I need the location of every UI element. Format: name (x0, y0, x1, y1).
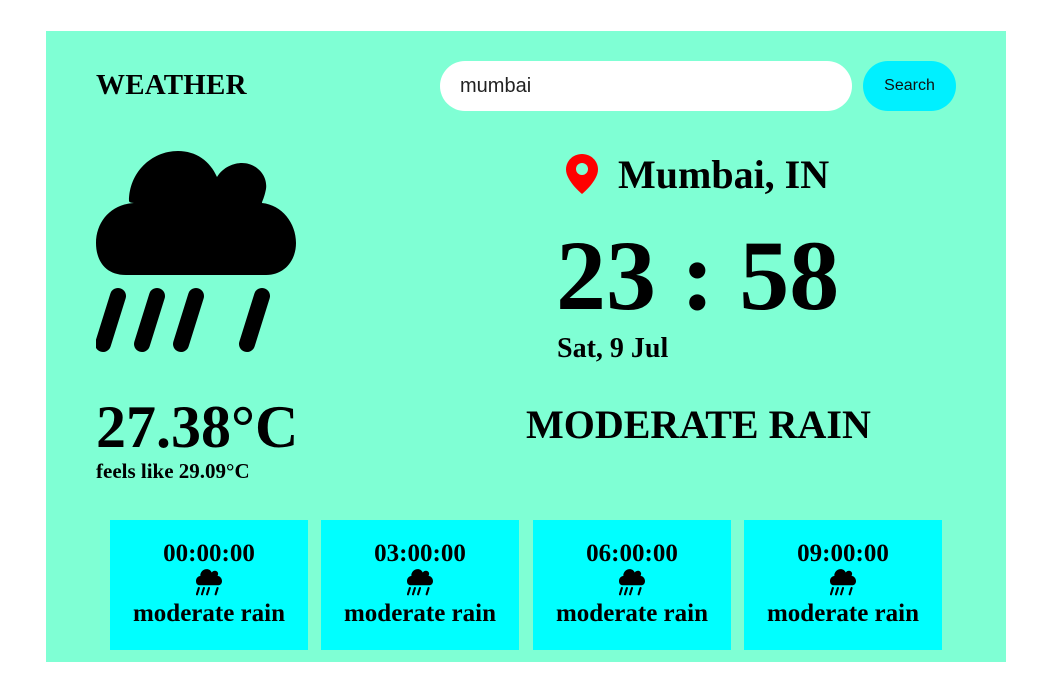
weather-condition: MODERATE RAIN (526, 402, 871, 447)
rain-cloud-icon (196, 569, 222, 596)
search-input[interactable] (440, 61, 852, 111)
local-time: 23 : 58 (556, 220, 840, 331)
weather-card: WEATHER Search Mumbai, IN 23 : 58 Sat, 9… (46, 31, 1006, 662)
forecast-description: moderate rain (343, 600, 497, 627)
forecast-description: moderate rain (132, 600, 286, 627)
forecast-card: 09:00:00 moderate rain (744, 520, 942, 650)
forecast-time: 03:00:00 (374, 540, 466, 567)
city-name: Mumbai, IN (618, 151, 830, 197)
rain-cloud-icon (830, 569, 856, 596)
rain-cloud-icon (619, 569, 645, 596)
forecast-time: 00:00:00 (163, 540, 255, 567)
search-button[interactable]: Search (863, 61, 956, 111)
forecast-card: 03:00:00 moderate rain (321, 520, 519, 650)
forecast-time: 06:00:00 (586, 540, 678, 567)
forecast-description: moderate rain (766, 600, 920, 627)
rain-cloud-icon (407, 569, 433, 596)
forecast-card: 00:00:00 moderate rain (110, 520, 308, 650)
feels-like: feels like 29.09°C (96, 459, 250, 483)
forecast-list: 00:00:00 moderate rain 03:00:00 moderate… (110, 520, 942, 650)
app-title: WEATHER (96, 69, 247, 101)
temperature: 27.38°C (96, 394, 299, 460)
forecast-description: moderate rain (555, 600, 709, 627)
forecast-time: 09:00:00 (797, 540, 889, 567)
location: Mumbai, IN (566, 151, 829, 197)
location-pin-icon (566, 154, 598, 194)
forecast-card: 06:00:00 moderate rain (533, 520, 731, 650)
local-date: Sat, 9 Jul (557, 333, 669, 364)
rain-cloud-icon (96, 151, 296, 352)
